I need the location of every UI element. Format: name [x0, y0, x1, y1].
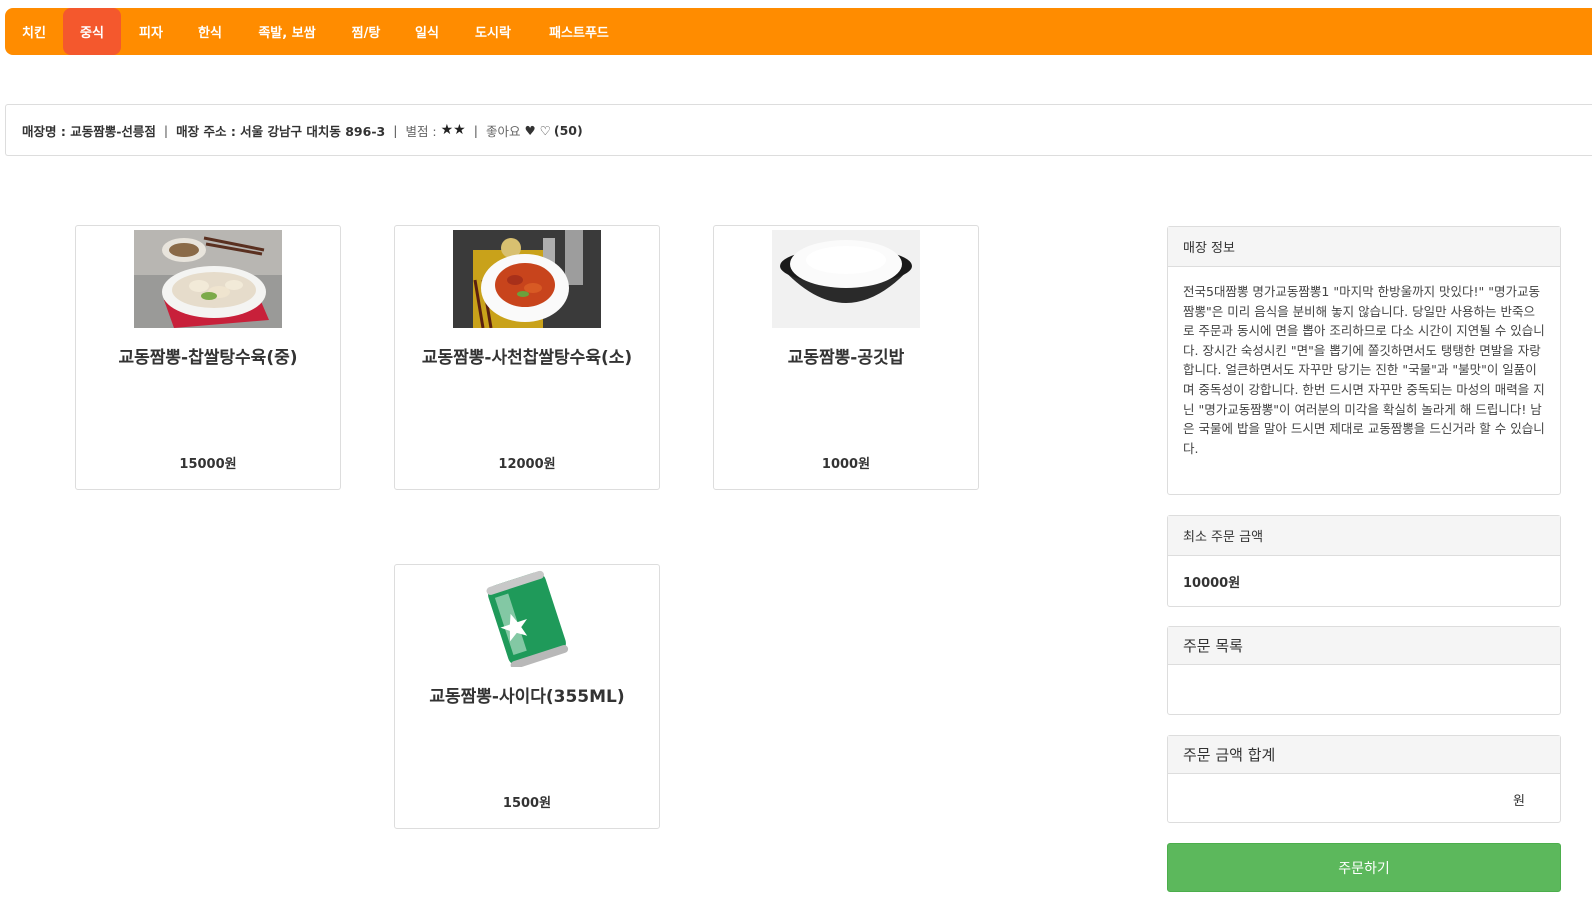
menu-card[interactable]: 교동짬뽕-사이다(355ML) 1500원 [394, 564, 660, 829]
like-label: 좋아요 [485, 123, 521, 139]
menu-card[interactable]: 교동짬뽕-사천찹쌀탕수육(소) 12000원 [394, 225, 660, 490]
nav-item-fastfood[interactable]: 패스트푸드 [529, 8, 629, 55]
tangsuyuk-image [134, 230, 282, 328]
nav-item-chinese[interactable]: 중식 [63, 8, 121, 55]
min-order-amount: 10000원 [1183, 575, 1241, 591]
menu-price: 1500원 [502, 796, 552, 811]
nav-item-chicken[interactable]: 치킨 [5, 8, 63, 55]
store-description: 전국5대짬뽕 명가교동짬뽕1 "마지막 한방울까지 맛있다!" "명가교동짬뽕"… [1183, 284, 1545, 456]
nav-item-jjim-tang[interactable]: 찜/탕 [335, 8, 397, 55]
separator: | [163, 122, 169, 138]
menu-card[interactable]: 교동짬뽕-공깃밥 1000원 [713, 225, 979, 490]
panel-title: 주문 목록 [1168, 627, 1560, 665]
panel-title: 최소 주문 금액 [1168, 516, 1560, 556]
nav-item-japanese[interactable]: 일식 [397, 8, 457, 55]
cider-can-image [453, 569, 601, 667]
order-total-amount: 원 [1168, 774, 1560, 824]
menu-name: 교동짬뽕-사천찹쌀탕수육(소) [421, 348, 633, 368]
menu-card[interactable]: 교동짬뽕-찹쌀탕수육(중) 15000원 [75, 225, 341, 490]
order-list-panel: 주문 목록 [1167, 626, 1561, 715]
rice-bowl-image [772, 230, 920, 328]
menu-price: 1000원 [821, 457, 871, 472]
order-button[interactable]: 주문하기 [1167, 843, 1561, 892]
currency-unit: 원 [1513, 793, 1525, 809]
store-name: 매장명 : 교동짬뽕-선릉점 [22, 123, 156, 139]
store-info-bar: 매장명 : 교동짬뽕-선릉점 | 매장 주소 : 서울 강남구 대치동 896-… [5, 104, 1592, 156]
panel-title: 매장 정보 [1168, 227, 1560, 267]
like-count: (50) [553, 122, 583, 138]
category-navbar: 치킨 중식 피자 한식 족발, 보쌈 찜/탕 일식 도시락 패스트푸드 [5, 8, 1592, 55]
sichuan-tangsuyuk-image [453, 230, 601, 328]
nav-item-pizza[interactable]: 피자 [121, 8, 181, 55]
menu-name: 교동짬뽕-사이다(355ML) [429, 687, 625, 707]
menu-price: 12000원 [498, 457, 556, 472]
nav-item-jokbal-bossam[interactable]: 족발, 보쌈 [239, 8, 335, 55]
store-address: 매장 주소 : 서울 강남구 대치동 896-3 [176, 123, 386, 139]
separator: | [473, 122, 478, 138]
nav-item-dosirak[interactable]: 도시락 [457, 8, 529, 55]
star-rating-icon: ★★ [440, 122, 466, 138]
menu-price: 15000원 [179, 457, 237, 472]
menu-name: 교동짬뽕-공깃밥 [787, 348, 905, 368]
heart-icon[interactable]: ♥ ♡ [524, 123, 550, 138]
store-description-panel: 매장 정보 전국5대짬뽕 명가교동짬뽕1 "마지막 한방울까지 맛있다!" "명… [1167, 226, 1561, 495]
order-total-panel: 주문 금액 합계 원 [1167, 735, 1561, 823]
panel-title: 주문 금액 합계 [1168, 736, 1560, 774]
nav-item-korean[interactable]: 한식 [181, 8, 239, 55]
rating-label: 별점 : [405, 123, 437, 139]
separator: | [393, 122, 398, 138]
menu-name: 교동짬뽕-찹쌀탕수육(중) [118, 348, 298, 368]
min-order-panel: 최소 주문 금액 10000원 [1167, 515, 1561, 607]
